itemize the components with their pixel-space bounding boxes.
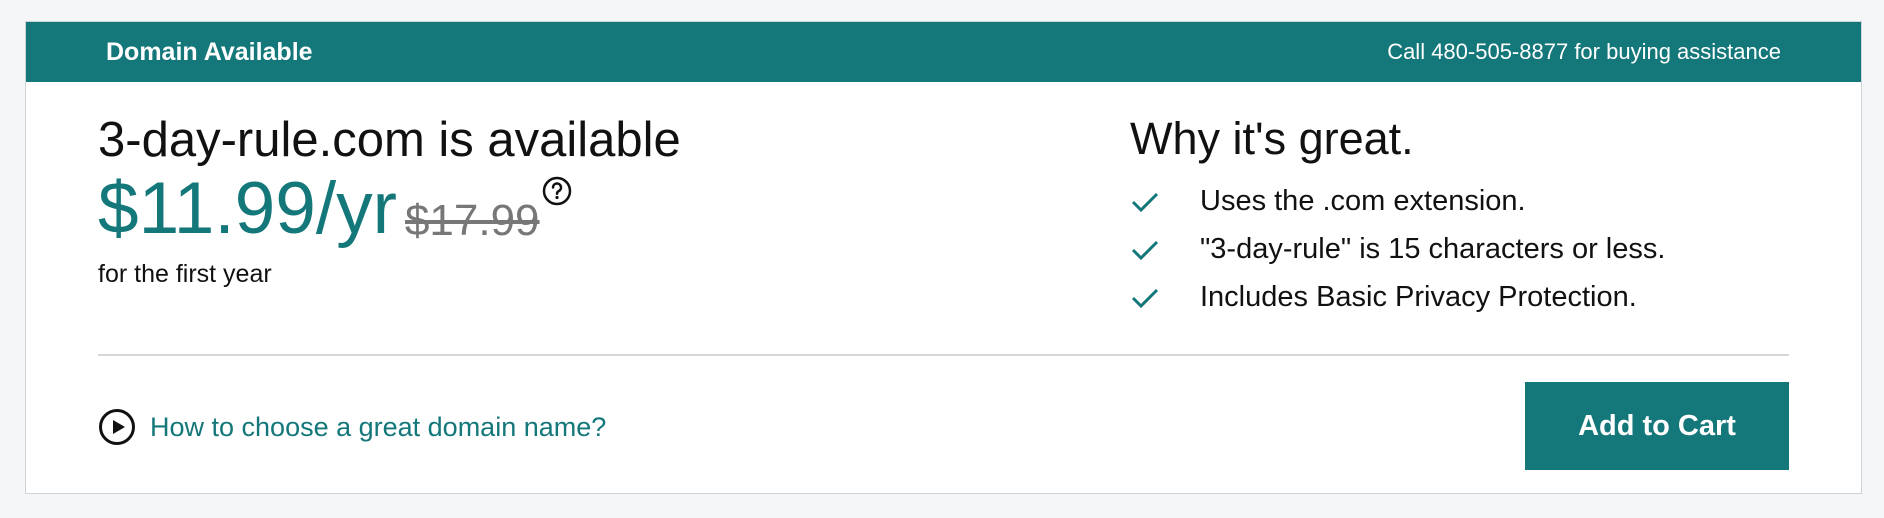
- price-row: $11.99/yr $17.99: [98, 172, 681, 246]
- original-price: $17.99: [404, 195, 540, 245]
- add-to-cart-button[interactable]: Add to Cart: [1525, 382, 1789, 470]
- card-header: Domain Available Call 480-505-8877 for b…: [26, 22, 1861, 82]
- feature-item: "3-day-rule" is 15 characters or less.: [1130, 226, 1665, 274]
- check-icon: [1131, 192, 1159, 212]
- current-price: $11.99/yr: [98, 167, 397, 249]
- why-great-title: Why it's great.: [1130, 113, 1414, 164]
- availability-section: 3-day-rule.com is available $11.99/yr $1…: [98, 113, 681, 289]
- play-circle-icon: [99, 409, 135, 445]
- domain-availability-title: 3-day-rule.com is available: [98, 113, 681, 167]
- buying-assistance-phone: Call 480-505-8877 for buying assistance: [1387, 39, 1781, 64]
- question-circle-icon[interactable]: [542, 176, 572, 206]
- feature-text: Includes Basic Privacy Protection.: [1200, 281, 1637, 313]
- feature-item: Uses the .com extension.: [1130, 178, 1665, 226]
- domain-result-card: Domain Available Call 480-505-8877 for b…: [25, 21, 1862, 494]
- check-icon: [1131, 288, 1159, 308]
- why-great-section: Why it's great. Uses the .com extension.…: [1130, 114, 1665, 322]
- header-title: Domain Available: [106, 37, 313, 66]
- feature-item: Includes Basic Privacy Protection.: [1130, 274, 1665, 322]
- price-note: for the first year: [98, 259, 272, 288]
- how-to-choose-domain-link[interactable]: How to choose a great domain name?: [98, 408, 606, 446]
- feature-text: "3-day-rule" is 15 characters or less.: [1200, 233, 1666, 265]
- how-to-choose-label: How to choose a great domain name?: [150, 411, 607, 442]
- feature-list: Uses the .com extension. "3-day-rule" is…: [1130, 178, 1665, 322]
- feature-text: Uses the .com extension.: [1200, 185, 1526, 217]
- divider: [98, 354, 1789, 356]
- check-icon: [1131, 240, 1159, 260]
